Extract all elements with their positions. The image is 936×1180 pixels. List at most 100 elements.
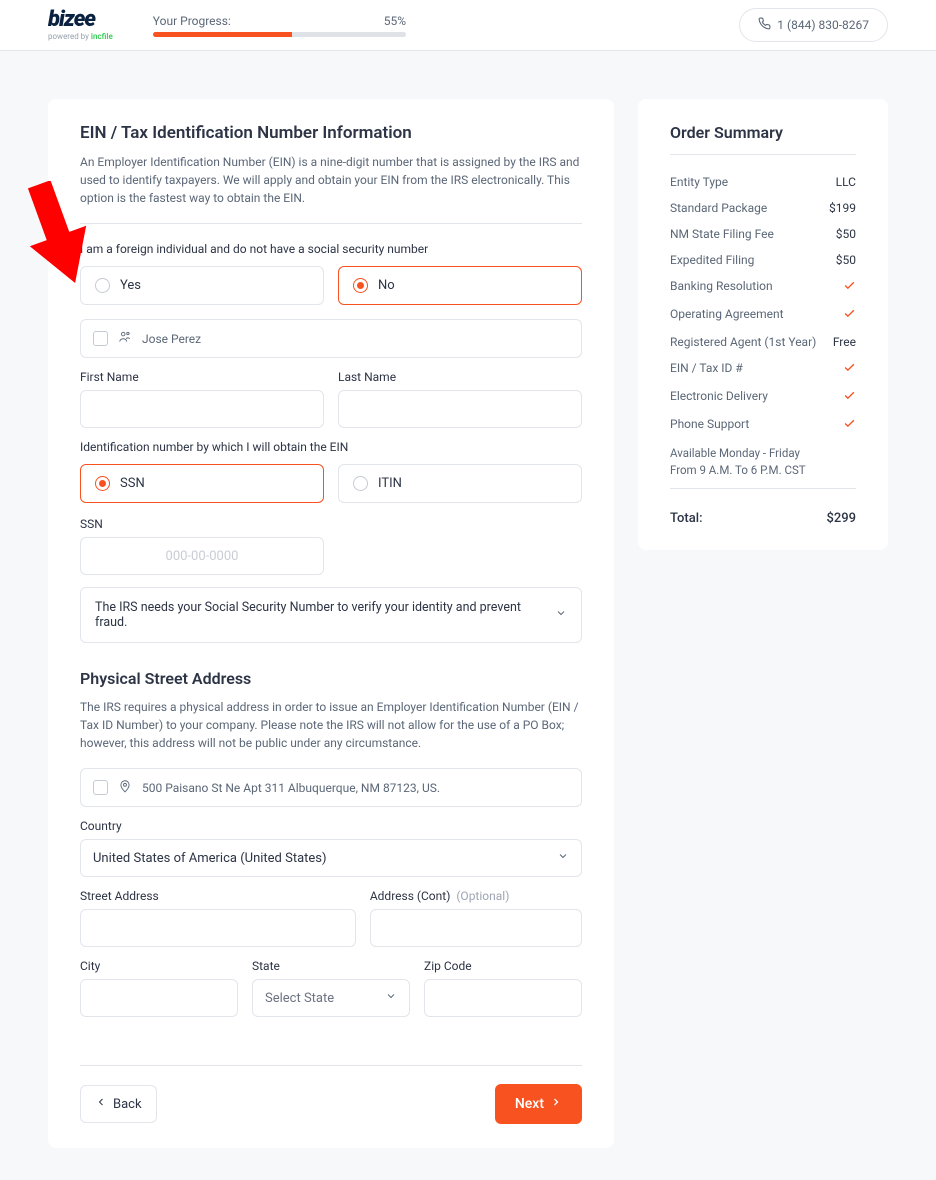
summary-value: LLC (836, 175, 856, 189)
copy-name-text: Jose Perez (142, 332, 201, 346)
summary-value: Free (833, 335, 856, 349)
summary-row: Banking Resolution (670, 273, 856, 301)
progress-percent: 55% (384, 14, 406, 28)
check-icon (843, 389, 856, 405)
logo: bizee powered by incfile (48, 9, 113, 41)
option-label: ITIN (378, 476, 402, 491)
ssn-label: SSN (80, 517, 324, 531)
radio-icon (353, 476, 368, 491)
radio-icon (95, 476, 110, 491)
chevron-left-icon (95, 1096, 107, 1112)
country-value: United States of America (United States) (93, 851, 327, 866)
summary-key: NM State Filing Fee (670, 227, 774, 241)
chevron-right-icon (550, 1096, 562, 1112)
foreign-yes-option[interactable]: Yes (80, 266, 324, 305)
progress-label: Your Progress: (153, 14, 231, 28)
country-label: Country (80, 819, 582, 833)
last-name-label: Last Name (338, 370, 582, 384)
zip-input[interactable] (424, 979, 582, 1017)
progress-bar (153, 32, 406, 37)
summary-key: Banking Resolution (670, 279, 773, 295)
divider (80, 223, 582, 224)
summary-row: EIN / Tax ID # (670, 355, 856, 383)
check-icon (843, 307, 856, 323)
logo-subtext: powered by incfile (48, 32, 113, 41)
summary-key: Operating Agreement (670, 307, 784, 323)
pin-icon (118, 779, 132, 796)
summary-total: Total: $299 (670, 503, 856, 526)
checkbox[interactable] (93, 780, 108, 795)
back-label: Back (113, 1097, 142, 1112)
itin-option[interactable]: ITIN (338, 464, 582, 503)
summary-key: Electronic Delivery (670, 389, 768, 405)
back-button[interactable]: Back (80, 1085, 157, 1123)
foreign-no-option[interactable]: No (338, 266, 582, 305)
city-input[interactable] (80, 979, 238, 1017)
copy-name-row[interactable]: Jose Perez (80, 319, 582, 358)
summary-key: Entity Type (670, 175, 728, 189)
progress: Your Progress: 55% (153, 14, 406, 37)
header: bizee powered by incfile Your Progress: … (0, 0, 936, 51)
state-select[interactable]: Select State (252, 979, 410, 1017)
progress-fill (153, 32, 292, 37)
ssn-info-expander[interactable]: The IRS needs your Social Security Numbe… (80, 587, 582, 643)
summary-key: Phone Support (670, 417, 749, 433)
main-form: EIN / Tax Identification Number Informat… (48, 99, 614, 1148)
summary-row: Standard Package $199 (670, 195, 856, 221)
option-label: No (378, 278, 395, 293)
phone-number: 1 (844) 830-8267 (777, 18, 869, 32)
summary-value: $50 (836, 227, 856, 241)
divider (80, 1065, 582, 1066)
summary-key: EIN / Tax ID # (670, 361, 743, 377)
street-input[interactable] (80, 909, 356, 947)
check-icon (843, 279, 856, 295)
summary-row: Electronic Delivery (670, 383, 856, 411)
ssn-info-text: The IRS needs your Social Security Numbe… (95, 600, 555, 630)
address-desc: The IRS requires a physical address in o… (80, 698, 582, 752)
address-title: Physical Street Address (80, 669, 582, 688)
divider (670, 154, 856, 155)
country-select[interactable]: United States of America (United States) (80, 839, 582, 877)
summary-title: Order Summary (670, 123, 856, 142)
checkbox[interactable] (93, 331, 108, 346)
summary-key: Standard Package (670, 201, 767, 215)
phone-button[interactable]: 1 (844) 830-8267 (739, 8, 888, 42)
summary-row: Phone Support (670, 411, 856, 439)
summary-value: $50 (836, 253, 856, 267)
summary-row: Registered Agent (1st Year) Free (670, 329, 856, 355)
total-label: Total: (670, 511, 703, 526)
check-icon (843, 361, 856, 377)
option-label: Yes (120, 278, 141, 293)
state-placeholder: Select State (265, 991, 334, 1006)
next-label: Next (515, 1096, 544, 1112)
street-label: Street Address (80, 889, 356, 903)
option-label: SSN (120, 476, 145, 491)
summary-row: Operating Agreement (670, 301, 856, 329)
radio-icon (95, 278, 110, 293)
radio-icon (353, 278, 368, 293)
summary-value: $199 (829, 201, 856, 215)
id-method-question: Identification number by which I will ob… (80, 440, 582, 454)
logo-text: bizee (48, 7, 95, 32)
summary-key: Registered Agent (1st Year) (670, 335, 816, 349)
first-name-input[interactable] (80, 390, 324, 428)
person-icon (118, 330, 132, 347)
next-button[interactable]: Next (495, 1084, 582, 1124)
zip-label: Zip Code (424, 959, 582, 973)
summary-row: Entity Type LLC (670, 169, 856, 195)
copy-address-text: 500 Paisano St Ne Apt 311 Albuquerque, N… (142, 781, 440, 795)
chevron-down-icon (385, 990, 397, 1006)
address-cont-label: Address (Cont) (Optional) (370, 889, 582, 903)
address-cont-input[interactable] (370, 909, 582, 947)
summary-row: NM State Filing Fee $50 (670, 221, 856, 247)
total-value: $299 (826, 511, 856, 526)
ssn-input[interactable] (80, 537, 324, 575)
order-summary: Order Summary Entity Type LLC Standard Pac… (638, 99, 888, 550)
chevron-down-icon (555, 607, 567, 623)
last-name-input[interactable] (338, 390, 582, 428)
summary-key: Expedited Filing (670, 253, 754, 267)
state-label: State (252, 959, 410, 973)
ein-title: EIN / Tax Identification Number Informat… (80, 123, 582, 143)
copy-address-row[interactable]: 500 Paisano St Ne Apt 311 Albuquerque, N… (80, 768, 582, 807)
ssn-option[interactable]: SSN (80, 464, 324, 503)
